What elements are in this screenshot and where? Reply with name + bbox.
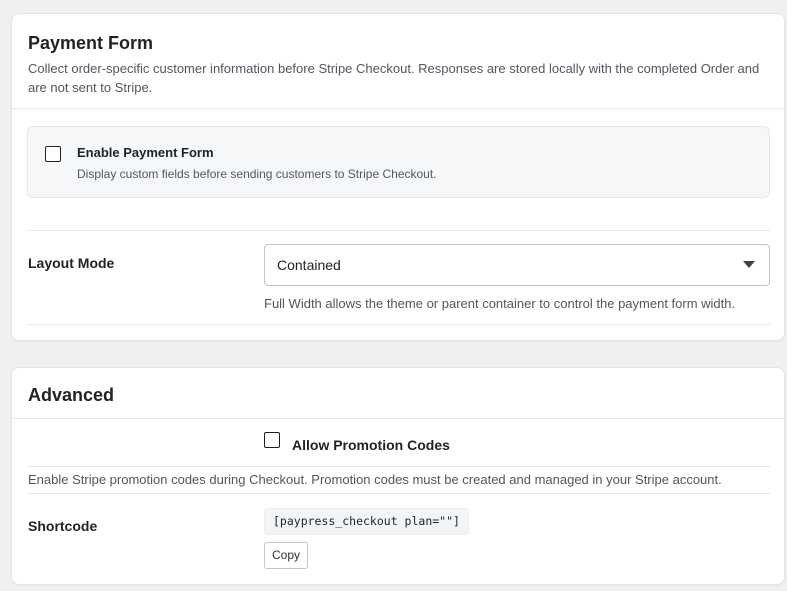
divider bbox=[12, 108, 784, 109]
payment-form-description: Collect order-specific customer informat… bbox=[28, 61, 760, 95]
advanced-title: Advanced bbox=[28, 385, 115, 405]
layout-mode-label: Layout Mode bbox=[28, 255, 115, 271]
allow-promotion-codes-checkbox[interactable] bbox=[264, 432, 280, 448]
divider bbox=[27, 493, 770, 494]
enable-payment-form-box: Enable Payment Form Display custom field… bbox=[27, 126, 770, 198]
enable-payment-form-sublabel: Display custom fields before sending cus… bbox=[77, 167, 437, 181]
divider bbox=[12, 418, 784, 419]
advanced-card: Advanced Allow Promotion Codes Enable St… bbox=[11, 367, 785, 585]
allow-promotion-codes-label: Allow Promotion Codes bbox=[292, 437, 450, 453]
divider bbox=[27, 230, 770, 231]
promotion-codes-help: Enable Stripe promotion codes during Che… bbox=[28, 472, 722, 487]
enable-payment-form-checkbox[interactable] bbox=[45, 146, 61, 162]
shortcode-label: Shortcode bbox=[28, 518, 98, 534]
divider bbox=[27, 324, 770, 325]
payment-form-card: Payment Form Collect order-specific cust… bbox=[11, 13, 785, 341]
shortcode-value: [paypress_checkout plan=""] bbox=[264, 508, 469, 535]
payment-form-title: Payment Form bbox=[28, 33, 154, 53]
layout-mode-value: Contained bbox=[277, 257, 341, 273]
divider bbox=[27, 466, 770, 467]
copy-shortcode-button[interactable]: Copy bbox=[264, 542, 308, 569]
layout-mode-select[interactable]: Contained bbox=[264, 244, 770, 286]
enable-payment-form-label: Enable Payment Form bbox=[77, 145, 214, 160]
chevron-down-icon bbox=[743, 261, 755, 268]
layout-mode-help: Full Width allows the theme or parent co… bbox=[264, 296, 736, 311]
